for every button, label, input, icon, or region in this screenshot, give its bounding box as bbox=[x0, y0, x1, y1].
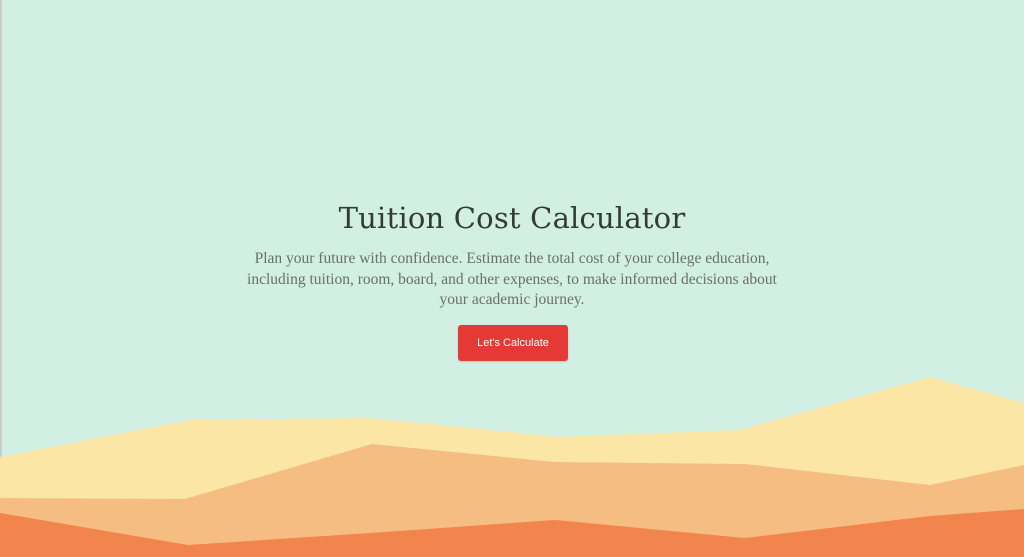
hero-description: Plan your future with confidence. Estima… bbox=[247, 250, 777, 308]
page-title: Tuition Cost Calculator bbox=[338, 201, 686, 235]
lets-calculate-button[interactable]: Let's Calculate bbox=[458, 325, 568, 361]
